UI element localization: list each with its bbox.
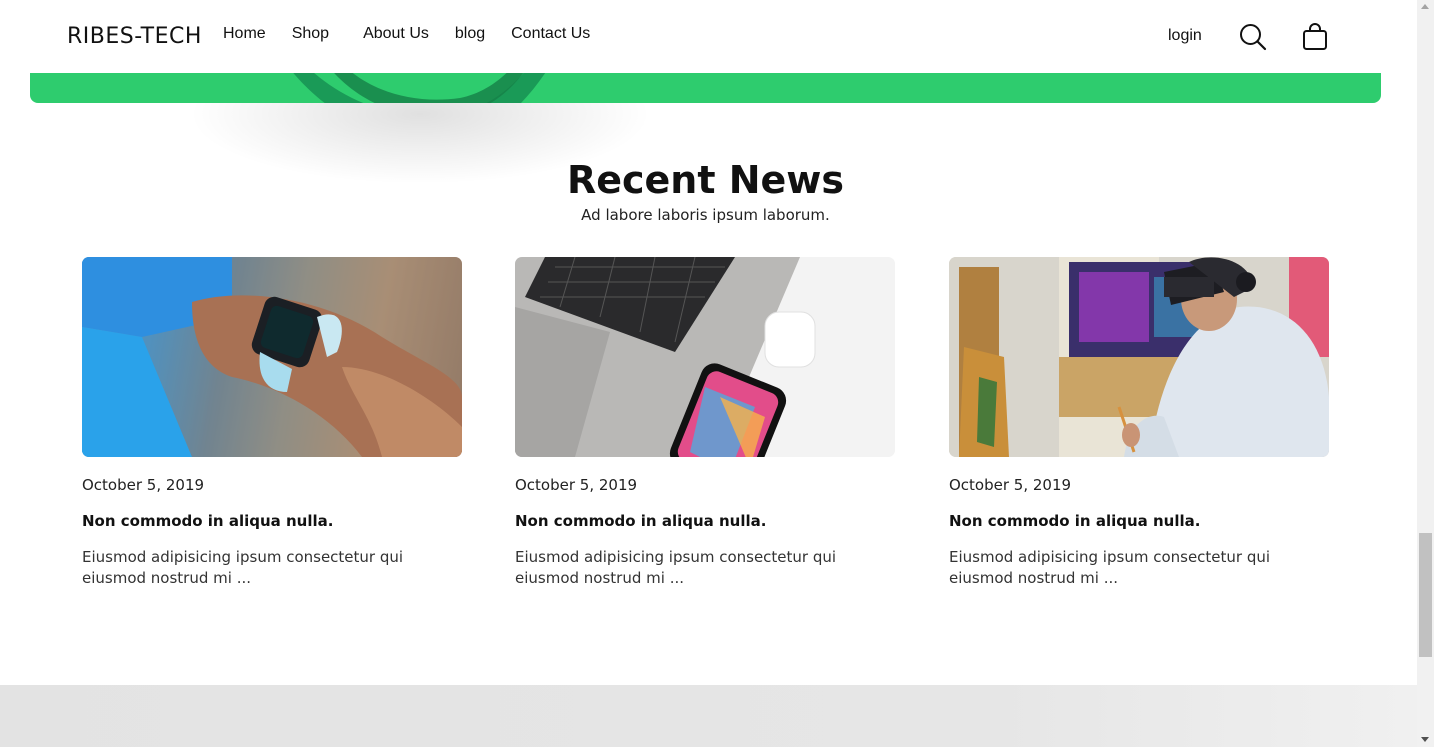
nav-shop[interactable]: Shop: [292, 25, 329, 43]
news-card[interactable]: October 5, 2019 Non commodo in aliqua nu…: [949, 257, 1329, 589]
news-card-excerpt: Eiusmod adipisicing ipsum consectetur qu…: [515, 548, 837, 587]
footer-section: [0, 685, 1417, 747]
scroll-up-arrow-icon[interactable]: [1421, 4, 1429, 9]
news-card-image[interactable]: [949, 257, 1329, 457]
scroll-down-arrow-icon[interactable]: [1421, 737, 1429, 742]
news-card[interactable]: October 5, 2019 Non commodo in aliqua nu…: [515, 257, 895, 589]
news-card-title[interactable]: Non commodo in aliqua nulla.: [515, 512, 895, 530]
login-link[interactable]: login: [1168, 27, 1202, 45]
nav-contact-us[interactable]: Contact Us: [511, 25, 590, 43]
news-card[interactable]: October 5, 2019 Non commodo in aliqua nu…: [82, 257, 462, 589]
scrollbar-thumb[interactable]: [1419, 533, 1432, 657]
news-card-excerpt: Eiusmod adipisicing ipsum consectetur qu…: [949, 548, 1271, 587]
nav-home[interactable]: Home: [223, 25, 266, 43]
news-card-image[interactable]: [515, 257, 895, 457]
news-card-excerpt: Eiusmod adipisicing ipsum consectetur qu…: [82, 548, 404, 587]
news-card-title[interactable]: Non commodo in aliqua nulla.: [949, 512, 1329, 530]
section-subtitle: Ad labore laboris ipsum laborum.: [581, 206, 830, 224]
section-title: Recent News: [566, 158, 845, 202]
news-card-image[interactable]: [82, 257, 462, 457]
news-card-title[interactable]: Non commodo in aliqua nulla.: [82, 512, 462, 530]
vertical-scrollbar[interactable]: [1417, 0, 1434, 747]
nav-about-us[interactable]: About Us: [363, 25, 429, 43]
shopping-bag-icon[interactable]: [1300, 22, 1330, 52]
site-header: RIBES-TECH Home Shop About Us blog Conta…: [0, 0, 1417, 73]
news-card-date: October 5, 2019: [515, 476, 638, 494]
news-card-date: October 5, 2019: [949, 476, 1072, 494]
nav-blog[interactable]: blog: [455, 25, 485, 43]
brand-logo[interactable]: RIBES-TECH: [67, 24, 202, 49]
page: RIBES-TECH Home Shop About Us blog Conta…: [0, 0, 1417, 747]
news-card-date: October 5, 2019: [82, 476, 205, 494]
main-nav: Home Shop About Us blog Contact Us: [223, 25, 624, 43]
search-icon[interactable]: [1238, 22, 1268, 52]
